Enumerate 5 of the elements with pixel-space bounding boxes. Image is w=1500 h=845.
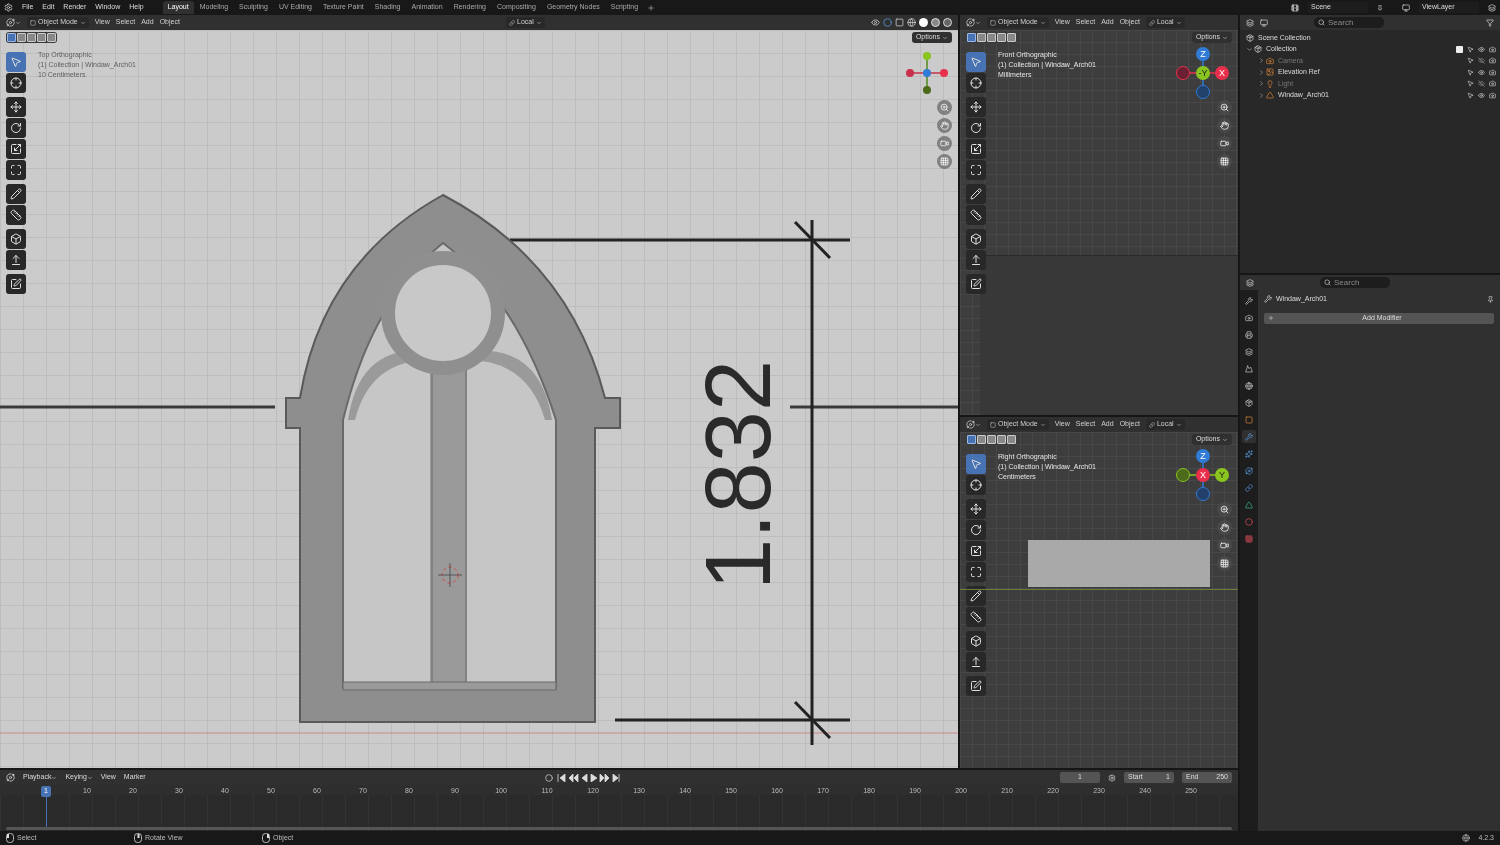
search-field[interactable]: Search (1314, 17, 1384, 28)
axis-gizmo-drawing[interactable]: Z X Y (1176, 448, 1230, 502)
search-field[interactable]: Search (1320, 277, 1390, 288)
axis-gizmo-drawing[interactable]: Z -Y X (1176, 46, 1230, 100)
dimension-label: 1.832 (692, 359, 784, 591)
